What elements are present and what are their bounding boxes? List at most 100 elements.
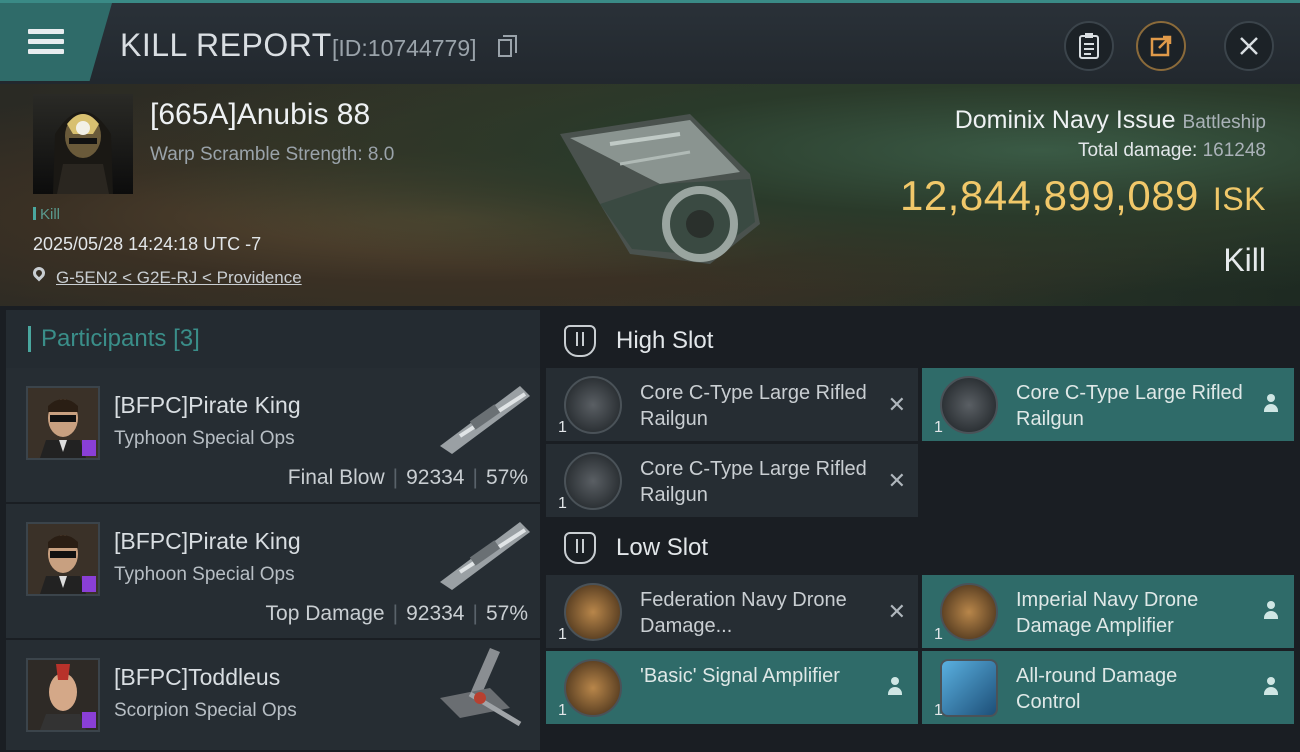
participant-ship-image bbox=[440, 648, 522, 727]
high-slot-label: High Slot bbox=[616, 327, 714, 354]
stat-label: Final Blow bbox=[287, 466, 385, 489]
dropped-person-icon bbox=[1264, 601, 1278, 619]
copy-icon[interactable] bbox=[498, 35, 517, 57]
destroyed-x-icon: ✕ bbox=[887, 468, 906, 493]
participant-name[interactable]: [BFPC]Toddleus bbox=[114, 664, 280, 691]
ship-class: Battleship bbox=[1182, 112, 1266, 133]
share-button[interactable] bbox=[1136, 21, 1186, 71]
isk-value: 12,844,899,089 ISK bbox=[900, 172, 1266, 220]
high-slot-icon bbox=[564, 325, 596, 357]
low-slot-icon bbox=[564, 532, 596, 564]
victim-ship-image bbox=[560, 114, 760, 264]
isk-amount: 12,844,899,089 bbox=[899, 172, 1199, 219]
module-name: Imperial Navy Drone Damage Amplifier bbox=[1016, 589, 1199, 637]
module-item[interactable]: 1 Core C-Type Large Rifled Railgun ✕ bbox=[546, 368, 918, 441]
total-damage-value: 161248 bbox=[1202, 140, 1266, 161]
victim-name[interactable]: [665A]Anubis 88 bbox=[150, 98, 370, 132]
participant-ship-image bbox=[440, 522, 530, 590]
corp-badge-icon bbox=[82, 712, 96, 728]
victim-avatar[interactable] bbox=[33, 94, 133, 194]
module-item[interactable]: 1 'Basic' Signal Amplifier bbox=[546, 651, 918, 724]
participants-label: Participants bbox=[41, 325, 167, 352]
participant-stats: Final Blow | 92334 | 57% bbox=[287, 466, 528, 489]
drone-amplifier-module-icon bbox=[940, 583, 998, 641]
participants-header: Participants [3] bbox=[6, 310, 540, 368]
close-icon bbox=[1240, 37, 1258, 55]
destroyed-x-icon: ✕ bbox=[887, 392, 906, 417]
module-item[interactable]: 1 Core C-Type Large Rifled Railgun ✕ bbox=[546, 444, 918, 517]
stat-percent: 57% bbox=[485, 602, 528, 625]
participants-panel: Participants [3] [BFPC]Pirate King Typho… bbox=[6, 310, 540, 752]
module-quantity: 1 bbox=[934, 419, 943, 436]
location-link[interactable]: G-5EN2 < G2E-RJ < Providence bbox=[56, 268, 302, 288]
participant-ship: Typhoon Special Ops bbox=[114, 428, 295, 449]
ship-name: Dominix Navy Issue bbox=[954, 106, 1176, 134]
dropped-person-icon bbox=[1264, 677, 1278, 695]
dropped-person-icon bbox=[1264, 394, 1278, 412]
high-slot-header: High Slot bbox=[546, 312, 713, 370]
kill-tag: Kill bbox=[33, 206, 60, 223]
low-slot-label: Low Slot bbox=[616, 534, 709, 561]
victim-ship[interactable]: Dominix Navy Issue Battleship bbox=[955, 106, 1266, 135]
kill-datetime: 2025/05/28 14:24:18 UTC -7 bbox=[33, 234, 262, 254]
participant-card[interactable]: [BFPC]Toddleus Scorpion Special Ops bbox=[6, 640, 540, 752]
module-name: Core C-Type Large Rifled Railgun bbox=[1016, 382, 1243, 430]
location-pin-icon bbox=[30, 264, 48, 282]
warp-scramble-strength: Warp Scramble Strength: 8.0 bbox=[150, 144, 395, 165]
report-id: [ID:10744779] bbox=[332, 35, 477, 61]
corp-badge-icon bbox=[82, 440, 96, 456]
isk-unit: ISK bbox=[1212, 181, 1266, 217]
page-title: KILL REPORT bbox=[120, 27, 332, 63]
module-name: Core C-Type Large Rifled Railgun bbox=[640, 382, 867, 430]
railgun-module-icon bbox=[564, 376, 622, 434]
stat-damage: 92334 bbox=[406, 602, 465, 625]
hamburger-menu-icon bbox=[28, 29, 64, 55]
participant-name[interactable]: [BFPC]Pirate King bbox=[114, 528, 301, 555]
module-item[interactable]: 1 All-round Damage Control bbox=[922, 651, 1294, 724]
participant-ship-image bbox=[440, 386, 530, 454]
module-quantity: 1 bbox=[558, 702, 567, 719]
participant-ship: Typhoon Special Ops bbox=[114, 564, 295, 585]
module-quantity: 1 bbox=[934, 626, 943, 643]
result-label: Kill bbox=[1223, 242, 1266, 278]
module-name: All-round Damage Control bbox=[1016, 665, 1178, 713]
damage-control-module-icon bbox=[940, 659, 998, 717]
clipboard-icon bbox=[1079, 33, 1099, 59]
corp-badge-icon bbox=[82, 576, 96, 592]
clipboard-button[interactable] bbox=[1064, 21, 1114, 71]
module-item[interactable]: 1 Imperial Navy Drone Damage Amplifier bbox=[922, 575, 1294, 648]
low-slot-header: Low Slot bbox=[546, 519, 708, 577]
close-button[interactable] bbox=[1224, 21, 1274, 71]
share-export-icon bbox=[1150, 35, 1172, 57]
stat-percent: 57% bbox=[485, 466, 528, 489]
module-item[interactable]: 1 Core C-Type Large Rifled Railgun bbox=[922, 368, 1294, 441]
participant-card[interactable]: [BFPC]Pirate King Typhoon Special Ops Fi… bbox=[6, 368, 540, 504]
stat-damage: 92334 bbox=[406, 466, 465, 489]
top-bar: KILL REPORT [ID:10744779] bbox=[0, 0, 1300, 84]
railgun-module-icon bbox=[940, 376, 998, 434]
module-quantity: 1 bbox=[558, 419, 567, 436]
module-quantity: 1 bbox=[558, 495, 567, 512]
participant-avatar[interactable] bbox=[26, 658, 100, 732]
module-name: Federation Navy Drone Damage... bbox=[640, 589, 847, 637]
module-name: Core C-Type Large Rifled Railgun bbox=[640, 458, 867, 506]
signal-amplifier-module-icon bbox=[564, 659, 622, 717]
participant-avatar[interactable] bbox=[26, 386, 100, 460]
module-item[interactable]: 1 Federation Navy Drone Damage... ✕ bbox=[546, 575, 918, 648]
participants-count: [3] bbox=[173, 325, 200, 352]
kill-tag-label: Kill bbox=[40, 206, 61, 223]
module-name: 'Basic' Signal Amplifier bbox=[640, 665, 840, 687]
total-damage: Total damage: 161248 bbox=[1078, 140, 1266, 162]
participant-stats: Top Damage | 92334 | 57% bbox=[265, 602, 528, 625]
participant-name[interactable]: [BFPC]Pirate King bbox=[114, 392, 301, 419]
destroyed-x-icon: ✕ bbox=[887, 599, 906, 624]
drone-amplifier-module-icon bbox=[564, 583, 622, 641]
module-quantity: 1 bbox=[558, 626, 567, 643]
railgun-module-icon bbox=[564, 452, 622, 510]
menu-button[interactable] bbox=[0, 3, 112, 81]
total-damage-label: Total damage: bbox=[1077, 140, 1198, 161]
participant-avatar[interactable] bbox=[26, 522, 100, 596]
module-quantity: 1 bbox=[934, 702, 943, 719]
participant-card[interactable]: [BFPC]Pirate King Typhoon Special Ops To… bbox=[6, 504, 540, 640]
kill-summary: [665A]Anubis 88 Warp Scramble Strength: … bbox=[0, 84, 1300, 306]
